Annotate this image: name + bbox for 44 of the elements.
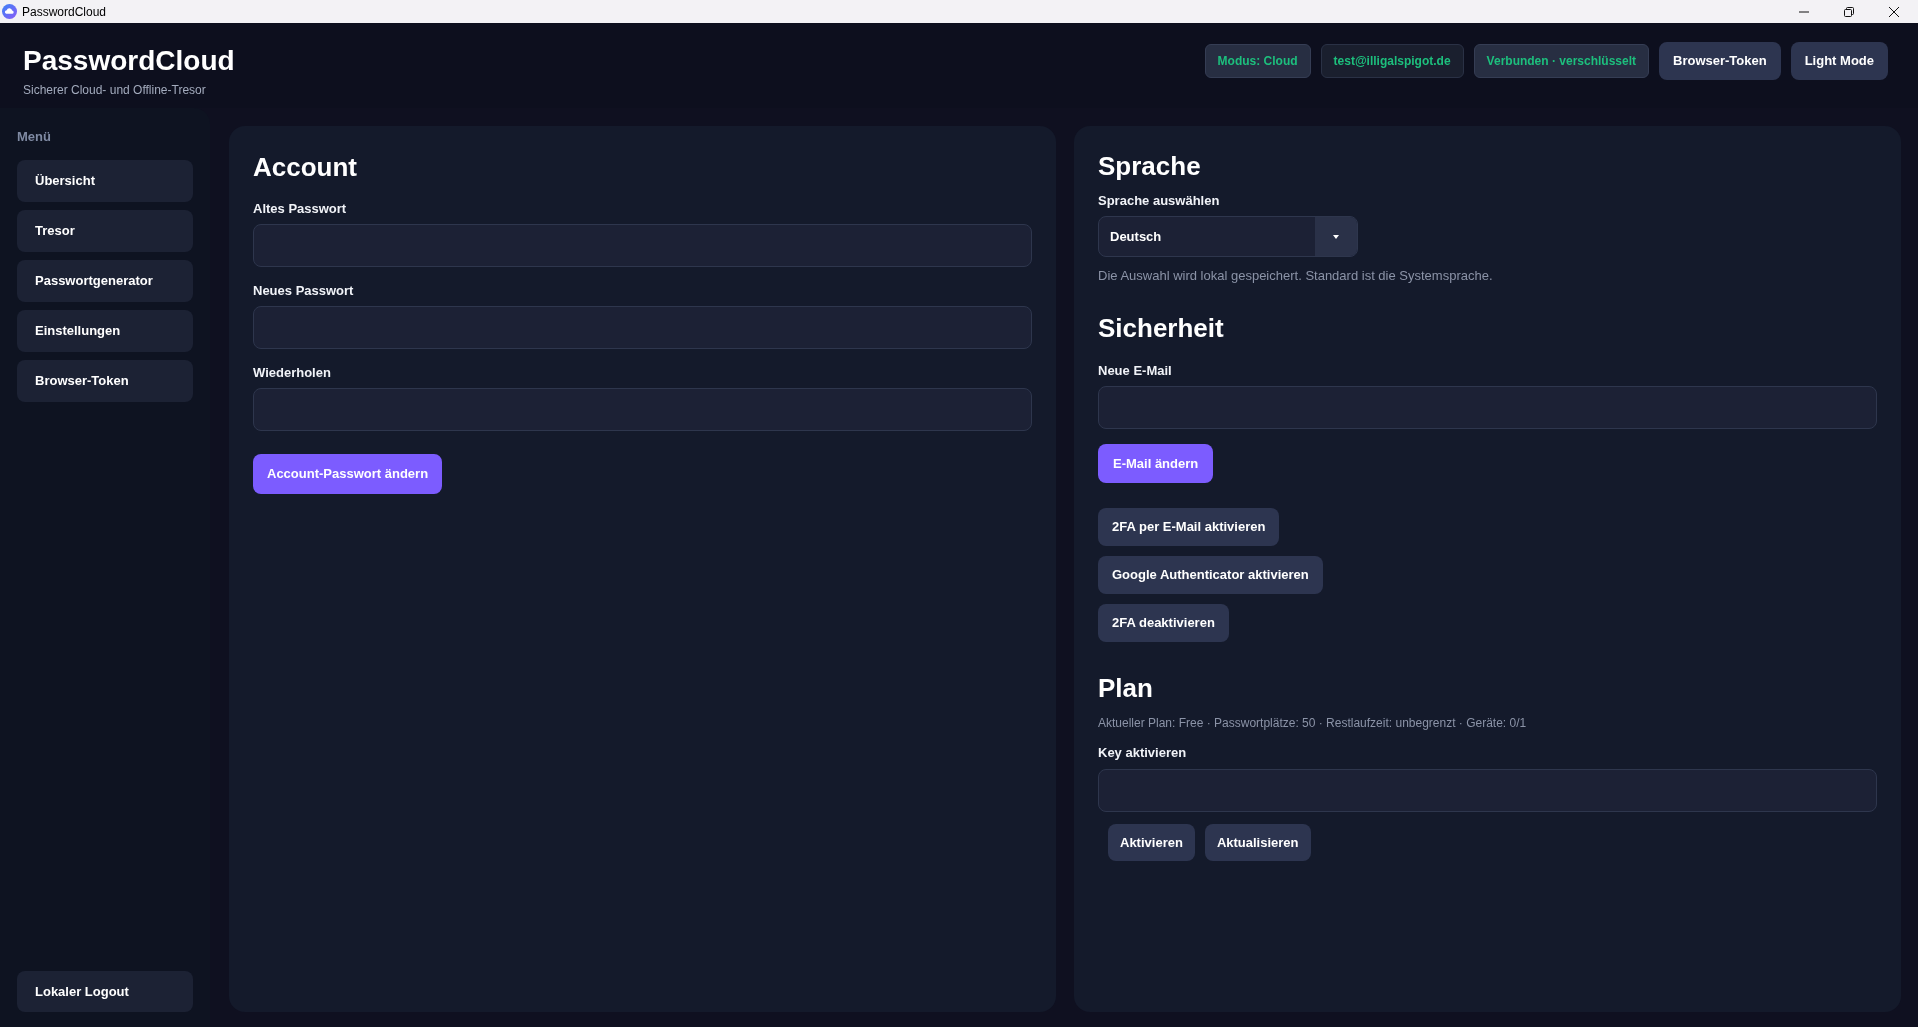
password-field[interactable] [253, 306, 1032, 349]
twofa-button[interactable]: 2FA per E-Mail aktivieren [1098, 508, 1280, 546]
sidebar-item[interactable]: Browser-Token [17, 360, 193, 402]
sidebar-item[interactable]: Übersicht [17, 160, 193, 202]
logout-button[interactable]: Lokaler Logout [17, 971, 193, 1012]
plan-button[interactable]: Aktualisieren [1204, 824, 1311, 861]
window-title: PasswordCloud [22, 3, 107, 21]
section-heading: Sprache [1098, 150, 1201, 182]
email-badge: test@illigalspigot.de [1320, 44, 1464, 78]
app-tagline: Sicherer Cloud- und Offline-Tresor [23, 82, 207, 98]
section-heading: Plan [1098, 672, 1153, 704]
hint-text: Die Auswahl wird lokal gespeichert. Standard ist die Systemsprache. [1098, 267, 1493, 285]
app-logo-icon [2, 4, 17, 19]
app-title: PasswordCloud [23, 44, 235, 78]
change-email-button[interactable]: E-Mail ändern [1098, 444, 1214, 483]
key-field[interactable] [1098, 769, 1877, 812]
field-label: Neues Passwort [253, 282, 355, 300]
field-label: Sprache auswählen [1098, 192, 1220, 210]
plan-button[interactable]: Aktivieren [1108, 824, 1195, 861]
restore-icon[interactable] [1843, 6, 1854, 17]
header-button[interactable]: Light Mode [1790, 42, 1888, 80]
twofa-button[interactable]: Google Authenticator aktivieren [1098, 556, 1323, 594]
caret-down-icon [1333, 234, 1339, 239]
sidebar-item[interactable]: Tresor [17, 210, 193, 252]
twofa-button[interactable]: 2FA deaktivieren [1098, 604, 1229, 642]
section-heading: Sicherheit [1098, 312, 1224, 344]
email-field[interactable] [1098, 386, 1877, 429]
field-label: Altes Passwort [253, 200, 348, 218]
status-badge: Verbunden · verschlüsselt [1473, 44, 1649, 78]
language-select[interactable]: Deutsch [1098, 216, 1358, 257]
section-heading: Account [253, 151, 357, 183]
plan-info: Aktueller Plan: Free · Passwortplätze: 50 · Restlaufzeit: unbegrenzt · Geräte: 0/1 [1098, 715, 1527, 731]
close-icon[interactable] [1888, 6, 1899, 17]
sidebar-item[interactable]: Einstellungen [17, 310, 193, 352]
field-label: Key aktivieren [1098, 744, 1187, 762]
header-button[interactable]: Browser-Token [1659, 42, 1781, 80]
field-label: Neue E-Mail [1098, 362, 1172, 380]
menu-heading: Menü [17, 128, 52, 146]
status-badge: Modus: Cloud [1204, 44, 1311, 78]
password-field[interactable] [253, 388, 1032, 431]
change-password-button[interactable]: Account-Passwort ändern [253, 454, 443, 494]
password-field[interactable] [253, 224, 1032, 267]
field-label: Wiederholen [253, 364, 332, 382]
sidebar-item[interactable]: Passwortgenerator [17, 260, 193, 302]
